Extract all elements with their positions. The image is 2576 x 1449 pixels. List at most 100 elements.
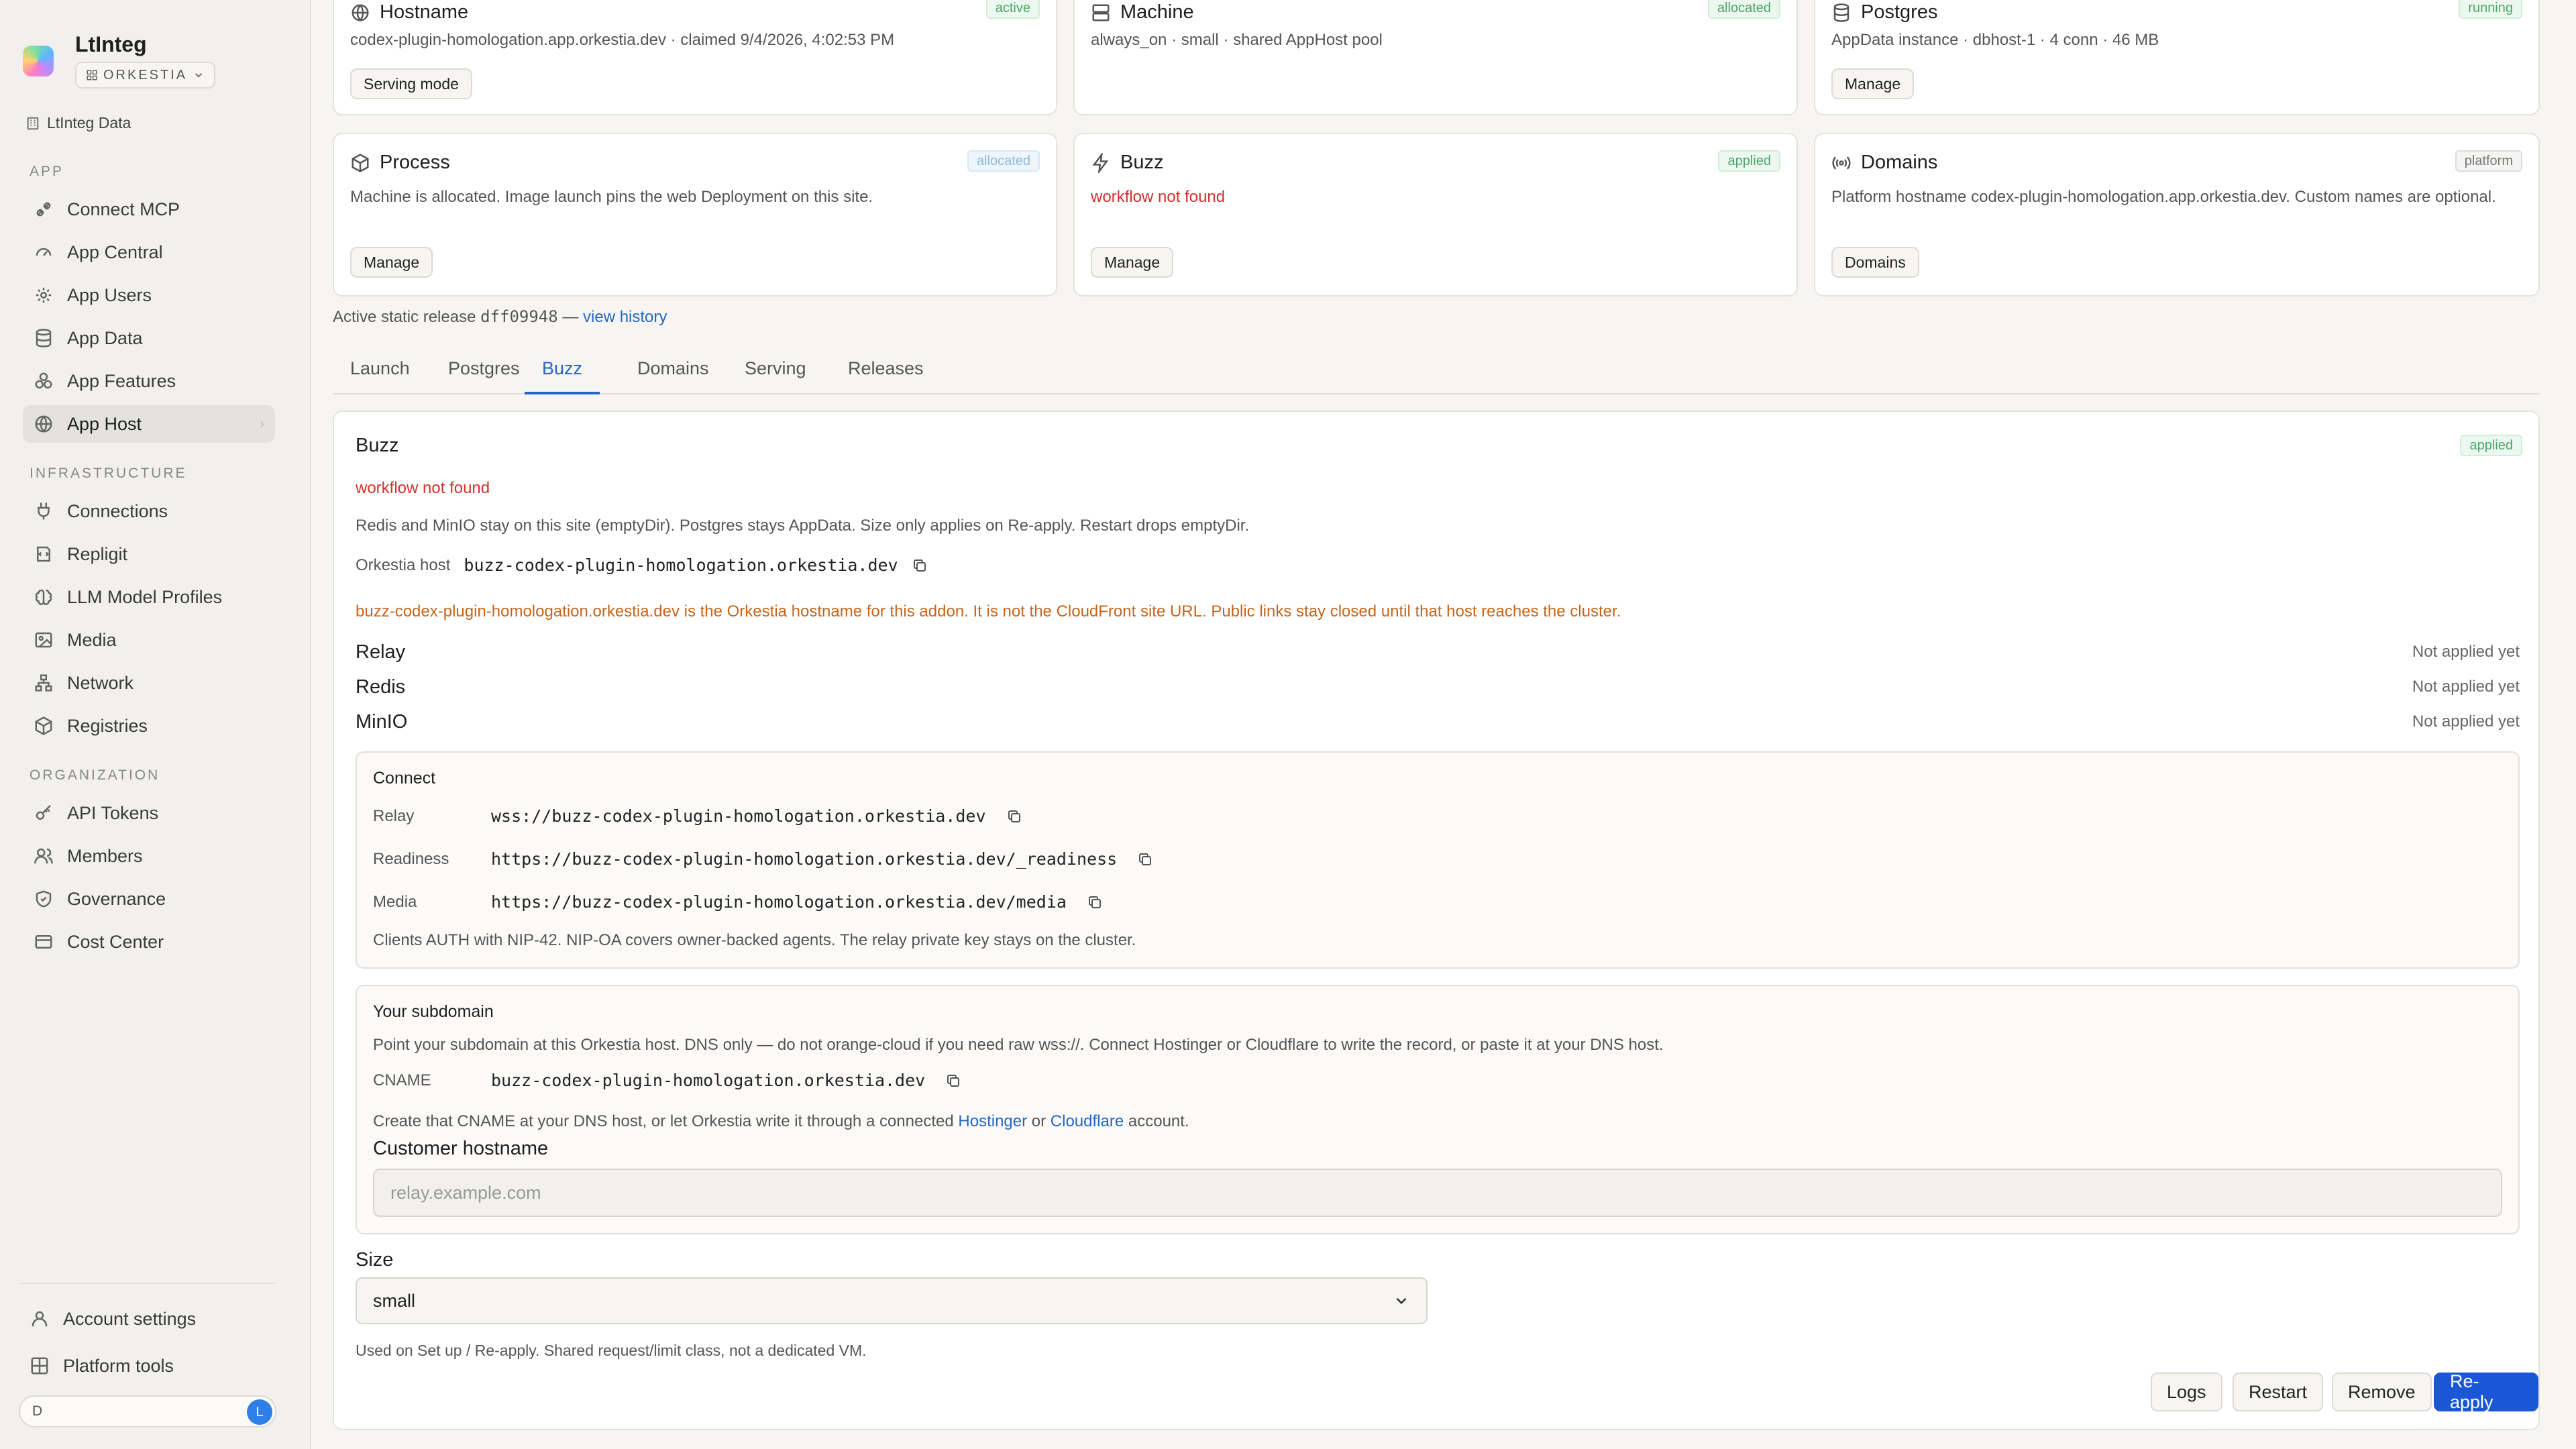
tab-serving[interactable]: Serving bbox=[745, 358, 806, 394]
copy-icon[interactable] bbox=[1006, 808, 1022, 824]
avatar[interactable]: L bbox=[247, 1399, 272, 1425]
cloudflare-link[interactable]: Cloudflare bbox=[1051, 1112, 1124, 1130]
shield-icon bbox=[36, 890, 52, 908]
service-row-redis: Redis Not applied yet bbox=[356, 674, 2520, 700]
sidebar-item-label: App Data bbox=[67, 327, 143, 348]
brand-logo bbox=[23, 46, 54, 76]
sidebar-item-app-users[interactable]: App Users bbox=[23, 276, 275, 314]
sidebar-item-label: Registries bbox=[67, 715, 148, 736]
card-title: Buzz bbox=[1120, 152, 1164, 173]
logs-button[interactable]: Logs bbox=[2151, 1373, 2222, 1411]
cname-value: buzz-codex-plugin-homologation.orkestia.… bbox=[491, 1071, 926, 1090]
cname-instructions-or: or bbox=[1031, 1112, 1046, 1130]
sidebar-item-repligit[interactable]: Repligit bbox=[23, 535, 275, 573]
tab-buzz[interactable]: Buzz bbox=[525, 358, 600, 394]
sidebar-item-governance[interactable]: Governance bbox=[23, 880, 275, 918]
users-cog-icon bbox=[36, 287, 52, 303]
main-content: Hostname active codex-plugin-homologatio… bbox=[311, 0, 2576, 1449]
sidebar-item-label: Governance bbox=[67, 888, 166, 909]
domains-button[interactable]: Domains bbox=[1831, 247, 1919, 278]
sidebar-item-registries[interactable]: Registries bbox=[23, 707, 275, 745]
sidebar-item-api-tokens[interactable]: API Tokens bbox=[23, 794, 275, 832]
size-select[interactable]: small bbox=[356, 1277, 1428, 1324]
host-warning: buzz-codex-plugin-homologation.orkestia.… bbox=[356, 602, 1621, 621]
buzz-panel: Buzz applied workflow not found Redis an… bbox=[333, 411, 2540, 1430]
copy-icon[interactable] bbox=[1137, 851, 1153, 867]
tab-launch[interactable]: Launch bbox=[350, 358, 410, 394]
tab-bar: Launch Postgres Buzz Domains Serving Rel… bbox=[333, 356, 2540, 394]
sidebar-item-cost-center[interactable]: Cost Center bbox=[23, 923, 275, 961]
bolt-icon bbox=[1092, 152, 1109, 173]
status-badge: applied bbox=[1718, 150, 1780, 172]
copy-icon[interactable] bbox=[945, 1073, 961, 1089]
sidebar-item-app-data[interactable]: App Data bbox=[23, 319, 275, 357]
sidebar-item-label: Media bbox=[67, 629, 117, 650]
data-link[interactable]: LtInteg Data bbox=[25, 114, 131, 132]
connect-row-readiness: Readiness https://buzz-codex-plugin-homo… bbox=[373, 849, 1153, 869]
sidebar-search-input[interactable]: D L bbox=[19, 1395, 276, 1428]
remove-button[interactable]: Remove bbox=[2332, 1373, 2432, 1411]
process-manage-button[interactable]: Manage bbox=[350, 247, 433, 278]
sidebar-item-app-host[interactable]: App Host › bbox=[23, 405, 275, 443]
card-hostname: Hostname active codex-plugin-homologatio… bbox=[333, 0, 1057, 115]
customer-hostname-input[interactable]: relay.example.com bbox=[373, 1169, 2502, 1217]
network-icon bbox=[35, 674, 52, 692]
sidebar-item-label: LLM Model Profiles bbox=[67, 586, 223, 607]
sidebar-item-label: Members bbox=[67, 845, 143, 866]
reapply-button[interactable]: Re-apply bbox=[2434, 1371, 2538, 1412]
tab-domains[interactable]: Domains bbox=[637, 358, 709, 394]
brand-name: LtInteg bbox=[75, 32, 147, 56]
sidebar-item-account-settings[interactable]: Account settings bbox=[19, 1300, 271, 1338]
copy-icon[interactable] bbox=[912, 557, 928, 574]
status-badge: applied bbox=[2460, 435, 2522, 456]
connect-row-media: Media https://buzz-codex-plugin-homologa… bbox=[373, 892, 1103, 912]
sidebar-item-platform-tools[interactable]: Platform tools bbox=[19, 1347, 271, 1385]
postgres-manage-button[interactable]: Manage bbox=[1831, 68, 1915, 99]
restart-button[interactable]: Restart bbox=[2233, 1373, 2324, 1411]
sidebar-item-media[interactable]: Media bbox=[23, 621, 275, 659]
plug-icon bbox=[38, 502, 50, 520]
connect-card: Connect Relay wss://buzz-codex-plugin-ho… bbox=[356, 751, 2520, 969]
sidebar-item-label: Cost Center bbox=[67, 931, 164, 952]
card-description: always_on · small · shared AppHost pool bbox=[1091, 31, 1383, 49]
serving-mode-button[interactable]: Serving mode bbox=[350, 68, 472, 99]
card-header: Buzz bbox=[1091, 152, 1163, 174]
sidebar-item-network[interactable]: Network bbox=[23, 664, 275, 702]
orkestia-host-label: Orkestia host bbox=[356, 555, 451, 574]
service-status: Not applied yet bbox=[2412, 678, 2520, 696]
sidebar-item-connections[interactable]: Connections bbox=[23, 492, 275, 530]
globe-icon bbox=[35, 415, 52, 433]
sidebar-item-app-central[interactable]: App Central bbox=[23, 233, 275, 271]
org-switcher[interactable]: ORKESTIA bbox=[75, 62, 216, 89]
static-release-prefix: Active static release bbox=[333, 308, 476, 326]
card-title: Process bbox=[380, 152, 450, 173]
tab-releases[interactable]: Releases bbox=[848, 358, 924, 394]
image-icon bbox=[35, 632, 52, 648]
sidebar-item-connect-mcp[interactable]: Connect MCP bbox=[23, 191, 275, 228]
sidebar-item-llm-model-profiles[interactable]: LLM Model Profiles bbox=[23, 578, 275, 616]
card-header: Domains bbox=[1831, 152, 1937, 174]
tab-postgres[interactable]: Postgres bbox=[448, 358, 520, 394]
card-process: Process allocated Machine is allocated. … bbox=[333, 133, 1057, 297]
database-icon bbox=[1833, 3, 1849, 22]
copy-icon[interactable] bbox=[1087, 894, 1103, 910]
buzz-manage-button[interactable]: Manage bbox=[1091, 247, 1174, 278]
hostinger-link[interactable]: Hostinger bbox=[958, 1112, 1027, 1130]
sidebar-item-app-features[interactable]: App Features bbox=[23, 362, 275, 400]
brain-icon bbox=[35, 589, 52, 605]
sidebar-item-label: App Central bbox=[67, 241, 163, 262]
sidebar-item-members[interactable]: Members bbox=[23, 837, 275, 875]
card-header: Machine bbox=[1091, 1, 1194, 23]
card-description: codex-plugin-homologation.app.orkestia.d… bbox=[350, 31, 895, 49]
connect-key: Media bbox=[373, 892, 417, 911]
connect-value: https://buzz-codex-plugin-homologation.o… bbox=[491, 849, 1118, 869]
panel-title: Buzz bbox=[356, 435, 399, 456]
view-history-link[interactable]: view history bbox=[583, 308, 667, 326]
sidebar-item-label: Repligit bbox=[67, 543, 128, 564]
sidebar-item-label: Platform tools bbox=[63, 1355, 174, 1376]
search-value: D bbox=[32, 1403, 43, 1419]
user-icon bbox=[32, 1311, 48, 1327]
connect-value: wss://buzz-codex-plugin-homologation.ork… bbox=[491, 806, 986, 826]
sidebar-item-label: Network bbox=[67, 672, 134, 693]
connect-key: Readiness bbox=[373, 849, 449, 868]
